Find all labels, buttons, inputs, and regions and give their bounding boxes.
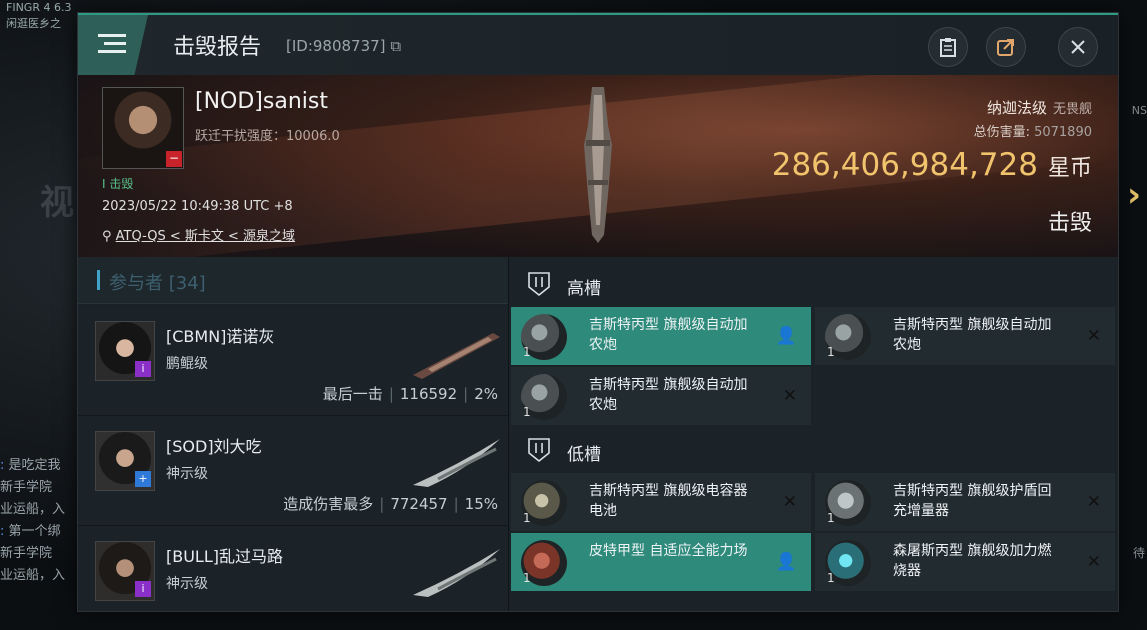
- participant-row[interactable]: i [CBMN]诺诺灰 鹏鲲级 最后一击 | 116592 | 2%: [78, 307, 508, 416]
- window-header: 击毁报告 [ID:9808737] ⧉: [78, 13, 1118, 77]
- participants-label: 参与者 [34]: [109, 273, 206, 294]
- kill-result: 击毁: [1047, 211, 1092, 236]
- participant-row[interactable]: + [SOD]刘大吃 神示级 造成伤害最多 | 772457 | 15%: [78, 417, 508, 526]
- module-name: 森屠斯丙型 旗舰级加力燃烧器: [893, 543, 1052, 579]
- close-icon: [1071, 40, 1085, 54]
- module-slot[interactable]: 1 吉斯特丙型 旗舰级自动加农炮 ✕: [511, 367, 811, 425]
- module-qty: 1: [827, 571, 835, 585]
- menu-icon: [104, 42, 126, 45]
- victim-status-badge: −: [166, 151, 182, 167]
- low-slot-icon: [528, 438, 550, 463]
- participant-row[interactable]: i [BULL]乱过马路 神示级: [78, 527, 508, 611]
- destroyed-x-icon: ✕: [1086, 552, 1101, 572]
- menu-icon: [98, 34, 126, 37]
- participant-stat: 最后一击 | 116592 | 2%: [322, 385, 498, 403]
- victim-summary: − [NOD]sanist 跃迁干扰强度：10006.0 I 击毁 2023/0…: [78, 75, 1118, 257]
- background-decor: 视: [40, 183, 74, 223]
- module-name: 吉斯特丙型 旗舰级自动加农炮: [589, 377, 748, 413]
- participants-panel: 参与者 [34] i [CBMN]诺诺灰 鹏鲲级 最后一击 | 116592 | 2% …: [78, 257, 508, 611]
- menu-button[interactable]: [78, 15, 148, 77]
- chat-line: 新手学院: [0, 546, 53, 561]
- module-name: 吉斯特丙型 旗舰级自动加农炮: [893, 317, 1052, 353]
- corp-badge: i: [135, 581, 151, 597]
- corp-badge: +: [135, 471, 151, 487]
- module-slot[interactable]: 1 吉斯特丙型 旗舰级自动加农炮 👤: [511, 307, 811, 365]
- kill-time: 2023/05/22 10:49:38 UTC +8: [102, 199, 293, 214]
- participant-stat: 造成伤害最多 | 772457 | 15%: [283, 495, 498, 513]
- participant-name: [CBMN]诺诺灰: [166, 327, 275, 346]
- close-button[interactable]: [1058, 27, 1098, 67]
- module-qty: 1: [523, 511, 531, 525]
- background-text: NS: [1131, 104, 1147, 117]
- destroyed-x-icon: ✕: [1086, 326, 1101, 346]
- share-icon: [997, 39, 1014, 56]
- chat-line: 新手学院: [0, 480, 53, 495]
- warp-disrupt-strength: 跃迁干扰强度：10006.0: [195, 129, 340, 144]
- victim-ship-class: 纳迦法级 无畏舰: [986, 99, 1092, 117]
- module-qty: 1: [827, 511, 835, 525]
- module-name: 吉斯特丙型 旗舰级自动加农炮: [589, 317, 748, 353]
- isk-value: 286,406,984,728 星币: [771, 147, 1092, 183]
- share-button[interactable]: [986, 27, 1026, 67]
- kill-location[interactable]: ⚲ ATQ-QS < 斯卡文 < 源泉之域: [102, 225, 295, 244]
- participant-ship: 鹏鲲级: [166, 356, 208, 372]
- section-marker: [97, 270, 100, 290]
- bg-line: 闲逛医乡之: [6, 17, 61, 30]
- module-slot[interactable]: 1 吉斯特丙型 旗舰级电容器电池 ✕: [511, 473, 811, 531]
- kill-report-window: 击毁报告 [ID:9808737] ⧉ − [NOD]sanist 跃迁干扰强度…: [77, 12, 1119, 612]
- module-qty: 1: [827, 345, 835, 359]
- location-link[interactable]: ATQ-QS < 斯卡文 < 源泉之域: [116, 229, 295, 244]
- participant-ship: 神示级: [166, 466, 208, 482]
- module-slot[interactable]: 1 吉斯特丙型 旗舰级自动加农炮 ✕: [815, 307, 1115, 365]
- destroyed-x-icon: ✕: [1086, 492, 1101, 512]
- module-slot[interactable]: 1 吉斯特丙型 旗舰级护盾回充增量器 ✕: [815, 473, 1115, 531]
- page-title: 击毁报告: [173, 35, 262, 60]
- fitted-person-icon: 👤: [775, 326, 797, 346]
- victim-ship-image: [584, 87, 612, 243]
- participant-ship-image: [413, 439, 500, 487]
- module-slot[interactable]: 1 森屠斯丙型 旗舰级加力燃烧器 ✕: [815, 533, 1115, 591]
- high-slot-label: 高槽: [567, 279, 601, 299]
- chat-line: 业运船，入: [0, 502, 66, 517]
- module-name: 吉斯特丙型 旗舰级护盾回充增量器: [893, 483, 1052, 519]
- background-text: 待: [1132, 546, 1145, 560]
- kill-id: [ID:9808737] ⧉: [286, 37, 402, 55]
- high-slot-icon: [528, 272, 550, 297]
- destroyed-x-icon: ✕: [782, 386, 797, 406]
- chat-line: 业运船，入: [0, 568, 66, 583]
- participants-header: 参与者 [34]: [78, 257, 508, 304]
- chat-line: : 是吃定我: [0, 458, 61, 473]
- location-pin-icon: ⚲: [102, 229, 112, 244]
- low-slot-label: 低槽: [567, 445, 601, 465]
- module-name: 吉斯特丙型 旗舰级电容器电池: [589, 483, 748, 519]
- fitted-person-icon: 👤: [775, 552, 797, 572]
- high-slot-header: 高槽: [509, 261, 1118, 307]
- background-arrow-icon: ›: [1126, 175, 1141, 215]
- background-top-left-text: FINGR 4 6.3 闲逛医乡之: [6, 0, 71, 32]
- participant-ship: 神示级: [166, 576, 208, 592]
- corp-badge: i: [135, 361, 151, 377]
- destroyed-x-icon: ✕: [782, 492, 797, 512]
- participant-name: [SOD]刘大吃: [166, 437, 262, 456]
- module-qty: 1: [523, 571, 531, 585]
- clipboard-button[interactable]: [928, 27, 968, 67]
- low-slot-header: 低槽: [509, 427, 1118, 473]
- clipboard-icon: [940, 38, 956, 57]
- victim-name[interactable]: [NOD]sanist: [195, 89, 328, 114]
- module-qty: 1: [523, 405, 531, 419]
- module-qty: 1: [523, 345, 531, 359]
- menu-icon: [98, 50, 126, 53]
- fitting-panel: 高槽 1 吉斯特丙型 旗舰级自动加农炮 👤 1 吉斯特丙型 旗舰级自动加农炮 ✕…: [508, 257, 1118, 611]
- participant-name: [BULL]乱过马路: [166, 547, 284, 566]
- participant-ship-image: [413, 333, 500, 379]
- chat-line: : 第一个绑: [0, 524, 61, 539]
- background-chat: : 是吃定我 新手学院 业运船，入 : 第一个绑 新手学院 业运船，入: [0, 455, 78, 587]
- module-slot[interactable]: 1 皮特甲型 自适应全能力场 👤: [511, 533, 811, 591]
- module-name: 皮特甲型 自适应全能力场: [589, 543, 748, 559]
- total-damage: 总伤害量: 5071890: [973, 125, 1092, 140]
- kill-type-tag: I 击毁: [102, 177, 134, 191]
- participant-ship-image: [413, 549, 500, 597]
- bg-line: FINGR 4 6.3: [6, 1, 72, 14]
